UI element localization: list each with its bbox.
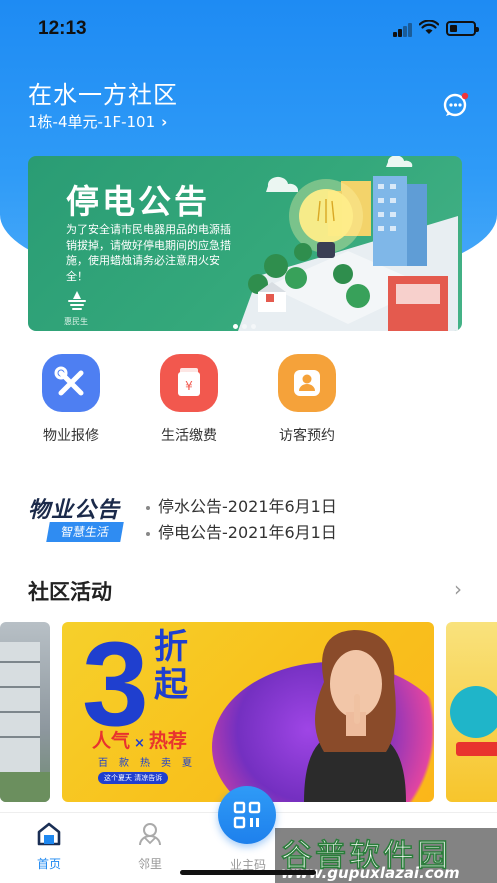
notice-logo-tag: 智慧生活 xyxy=(46,522,124,542)
notice-list: 停水公告-2021年6月1日 停电公告-2021年6月1日 xyxy=(146,494,337,546)
promo-discount-text: 折起 xyxy=(154,627,188,705)
community-logo-icon xyxy=(68,291,86,310)
community-name[interactable]: 在水一方社区 xyxy=(28,75,178,110)
home-icon xyxy=(37,822,61,846)
notice-logo-title: 物业公告 xyxy=(28,498,121,523)
promo-tagline: 人气 × 热荐 xyxy=(92,730,187,752)
banner-logo-text: 惠民生 xyxy=(64,317,88,326)
payment-wallet-icon: ¥ xyxy=(160,354,218,412)
tab-home[interactable]: 首页 xyxy=(19,821,79,872)
repair-tools-icon xyxy=(42,354,100,412)
banner-body: 为了安全请市民电器用品的电源插销拔掉，请做好停电期间的应急措施，使用蜡烛请务必注… xyxy=(66,223,231,283)
activity-card-next[interactable] xyxy=(446,622,497,802)
banner-title: 停电公告 xyxy=(66,182,210,221)
chat-bubble-icon[interactable] xyxy=(443,92,469,118)
visitor-person-icon xyxy=(278,354,336,412)
notice-item[interactable]: 停水公告-2021年6月1日 xyxy=(146,494,337,520)
notice-item-text: 停电公告-2021年6月1日 xyxy=(158,523,337,542)
chevron-right-icon[interactable]: › xyxy=(454,577,462,601)
announcement-banner[interactable]: 停电公告 为了安全请市民电器用品的电源插销拔掉，请做好停电期间的应急措施，使用蜡… xyxy=(28,156,462,331)
battery-icon xyxy=(446,21,479,36)
banner-pagination xyxy=(233,314,260,331)
status-bar: 12:13 xyxy=(0,0,497,58)
notice-item-text: 停水公告-2021年6月1日 xyxy=(158,497,337,516)
menu-label-payment: 生活缴费 xyxy=(161,428,217,444)
menu-item-payment[interactable]: ¥ 生活缴费 xyxy=(139,354,239,445)
notice-item[interactable]: 停电公告-2021年6月1日 xyxy=(146,520,337,546)
activity-card-promo[interactable]: 3 折起 人气 × 热荐 百款热卖夏 这个夏天 清凉告诉 xyxy=(62,622,434,802)
tab-label-neighbors: 邻里 xyxy=(137,857,162,871)
building-photo xyxy=(0,642,50,802)
owner-code-button[interactable] xyxy=(218,786,276,844)
neighbors-icon xyxy=(139,823,161,846)
promo-next-graphic xyxy=(450,686,497,756)
menu-label-repair: 物业报修 xyxy=(43,428,99,444)
address-text: 1栋-4单元-1F-101 xyxy=(28,113,156,131)
activity-card-prev[interactable] xyxy=(0,622,50,802)
cellular-signal-icon xyxy=(393,23,413,37)
model-photo xyxy=(304,630,406,802)
home-indicator xyxy=(180,870,316,875)
qr-code-icon xyxy=(233,801,261,829)
status-time: 12:13 xyxy=(38,18,87,39)
svg-text:¥: ¥ xyxy=(185,379,193,393)
chevron-right-icon: › xyxy=(161,113,168,131)
menu-label-visitor: 访客预约 xyxy=(279,428,335,444)
city-illustration xyxy=(238,156,458,331)
tab-label-home: 首页 xyxy=(36,857,61,871)
wifi-icon xyxy=(419,20,439,34)
section-title-activities: 社区活动 xyxy=(28,580,112,604)
tab-neighbors[interactable]: 邻里 xyxy=(120,821,180,872)
menu-item-visitor[interactable]: 访客预约 xyxy=(257,354,357,445)
menu-item-repair[interactable]: 物业报修 xyxy=(21,354,121,445)
promo-pill: 这个夏天 清凉告诉 xyxy=(98,772,169,784)
property-notice-logo: 物业公告 智慧生活 xyxy=(28,486,124,548)
address-selector[interactable]: 1栋-4单元-1F-101 › xyxy=(28,111,167,132)
promo-subtitle: 百款热卖夏 xyxy=(98,758,203,769)
